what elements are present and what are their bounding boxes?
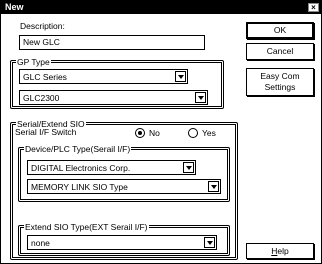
chevron-down-icon[interactable]	[204, 237, 215, 248]
ok-button[interactable]: OK	[246, 22, 314, 39]
chevron-down-icon[interactable]	[208, 181, 219, 192]
easy-com-line1: Easy Com	[260, 71, 300, 81]
gp-model-select[interactable]: GLC2300	[19, 90, 208, 105]
cancel-button[interactable]: Cancel	[246, 43, 314, 60]
radio-no[interactable]: No	[135, 128, 160, 138]
radio-yes[interactable]: Yes	[188, 128, 216, 138]
close-icon[interactable]: ×	[308, 3, 319, 12]
chevron-down-icon[interactable]	[183, 162, 194, 173]
description-label: Description:	[20, 21, 65, 31]
easy-com-line2: Settings	[264, 82, 296, 92]
extend-sio-value: none	[31, 238, 50, 248]
gp-series-select[interactable]: GLC Series	[19, 69, 188, 84]
maker-select[interactable]: DIGITAL Electronics Corp.	[27, 160, 196, 175]
extend-sio-select[interactable]: none	[27, 235, 217, 250]
help-button-label: Help	[271, 246, 289, 256]
radio-no-indicator[interactable]	[135, 128, 145, 138]
radio-no-label: No	[149, 128, 160, 138]
gp-series-value: GLC Series	[23, 72, 67, 82]
window-title: New	[5, 2, 24, 12]
gp-type-legend: GP Type	[16, 56, 51, 68]
radio-yes-label: Yes	[202, 128, 216, 138]
new-dialog: New × Description: New GLC GP Type GLC S…	[0, 0, 322, 264]
ok-button-label: OK	[273, 25, 287, 35]
gp-model-value: GLC2300	[23, 93, 60, 103]
link-type-select[interactable]: MEMORY LINK SIO Type	[27, 179, 221, 194]
help-button[interactable]: Help	[246, 243, 314, 259]
extend-sio-type-legend: Extend SIO Type(EXT Serail I/F)	[24, 221, 149, 233]
chevron-down-icon[interactable]	[175, 71, 186, 82]
easy-com-settings-button[interactable]: Easy Com Settings	[246, 68, 314, 96]
cancel-button-label: Cancel	[266, 46, 294, 56]
radio-yes-indicator[interactable]	[188, 128, 198, 138]
description-input[interactable]: New GLC	[19, 35, 205, 50]
maker-value: DIGITAL Electronics Corp.	[31, 163, 131, 173]
title-bar: New ×	[1, 1, 321, 14]
serial-if-switch-label: Serial I/F Switch	[15, 127, 77, 137]
chevron-down-icon[interactable]	[195, 92, 206, 103]
device-plc-type-legend: Device/PLC Type(Serail I/F)	[24, 143, 132, 155]
link-type-value: MEMORY LINK SIO Type	[31, 182, 128, 192]
